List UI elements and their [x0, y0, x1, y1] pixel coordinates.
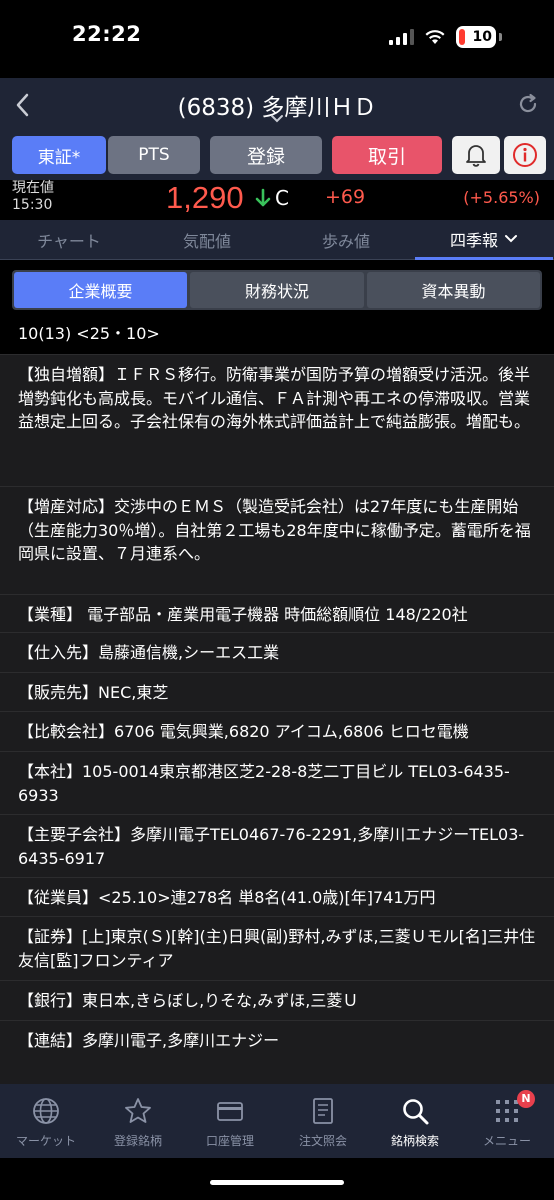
price-label-block: 現在値 15:30	[12, 180, 54, 214]
battery-icon: 10	[456, 26, 496, 48]
price-change: +69	[325, 186, 366, 208]
search-icon	[403, 1099, 429, 1125]
profile-section: 【主要子会社】多摩川電子TEL0467-76-2291,多摩川エナジーTEL03…	[0, 814, 554, 877]
profile-section: 【連結】多摩川電子,多摩川エナジー	[0, 1020, 554, 1084]
profile-section: 【証券】[上]東京(Ｓ)[幹](主)日興(副)野村,みずほ,三菱Ｕモル[名]三井…	[0, 916, 554, 980]
subtab-capital-changes[interactable]: 資本異動	[367, 272, 540, 308]
tabbar-search[interactable]: 銘柄検索	[369, 1090, 461, 1154]
tabbar-label: 銘柄検索	[390, 1134, 439, 1148]
price-time: 15:30	[12, 197, 53, 213]
tabbar-label: マーケット	[15, 1134, 76, 1148]
subtab-financials[interactable]: 財務状況	[190, 272, 364, 308]
chevron-down-icon[interactable]	[270, 114, 284, 124]
info-icon	[513, 143, 537, 167]
profile-section: 【販売先】NEC,東芝	[0, 672, 554, 711]
status-bar: 22:22 10	[0, 0, 554, 78]
trade-button[interactable]: 取引	[332, 136, 442, 174]
tabbar-label: 登録銘柄	[113, 1134, 162, 1148]
market-pts-button[interactable]: PTS	[108, 136, 200, 174]
document-icon	[313, 1098, 333, 1124]
profile-date: 10(13) <25・10>	[18, 324, 160, 343]
tabbar-label: 注文照会	[298, 1134, 347, 1148]
profile-section: 【独自増額】ＩＦＲＳ移行。防衛事業が国防予算の増額受け活況。後半増勢鈍化も高成長…	[0, 354, 554, 486]
tabbar-label: 口座管理	[205, 1134, 254, 1148]
tabbar-menu[interactable]: N メニュー	[461, 1090, 553, 1154]
market-tosho-button[interactable]: 東証*	[12, 136, 106, 174]
arrow-down-icon	[255, 188, 271, 207]
chevron-down-icon	[505, 234, 517, 242]
register-button[interactable]: 登録	[210, 136, 322, 174]
tabbar-watchlist[interactable]: 登録銘柄	[92, 1090, 184, 1154]
current-price-label: 現在値	[12, 180, 54, 196]
status-time: 22:22	[72, 22, 142, 46]
profile-section: 【銀行】東日本,きらぼし,りそな,みずほ,三菱Ｕ	[0, 980, 554, 1020]
tabbar-account[interactable]: 口座管理	[184, 1090, 276, 1154]
menu-badge: N	[517, 1090, 535, 1108]
tab-ticks[interactable]: 歩み値	[277, 220, 415, 260]
title-bar: (6838) 多摩川ＨＤ	[0, 78, 554, 134]
action-bar: 東証* PTS 登録 取引	[0, 134, 554, 180]
refresh-icon[interactable]	[516, 92, 540, 116]
profile-section: 【従業員】<25.10>連278名 単8名(41.0歳)[年]741万円	[0, 877, 554, 916]
signal-icon	[389, 29, 414, 45]
company-profile: 10(13) <25・10> 【独自増額】ＩＦＲＳ移行。防衛事業が国防予算の増額…	[0, 320, 554, 1084]
card-icon	[217, 1102, 243, 1121]
tabbar-market[interactable]: マーケット	[0, 1090, 92, 1154]
globe-icon	[33, 1098, 59, 1124]
tabbar-label: メニュー	[482, 1134, 531, 1148]
price-flag: C	[275, 186, 289, 210]
profile-section: 【仕入先】島藤通信機,シーエス工業	[0, 632, 554, 672]
wifi-icon	[425, 30, 445, 44]
home-indicator-area	[0, 1158, 554, 1200]
main-tabs: チャート 気配値 歩み値 四季報	[0, 220, 554, 260]
tabbar-orders[interactable]: 注文照会	[277, 1090, 369, 1154]
profile-section: 【増産対応】交渉中のＥＭＳ（製造受託会社）は27年度にも生産開始（生産能力30％…	[0, 486, 554, 594]
alert-button[interactable]	[452, 136, 500, 174]
tab-shikiho[interactable]: 四季報	[415, 220, 553, 260]
tab-chart[interactable]: チャート	[0, 220, 138, 260]
tab-shikiho-label: 四季報	[449, 230, 498, 250]
profile-section: 【本社】105-0014東京都港区芝2-28-8芝二丁目ビル TEL03-643…	[0, 751, 554, 814]
bell-icon	[466, 145, 486, 167]
price-row: 現在値 15:30 1,290 C +69 (+5.65%)	[0, 180, 554, 220]
battery-level: 10	[472, 29, 492, 45]
home-indicator[interactable]	[210, 1180, 344, 1185]
tab-quote[interactable]: 気配値	[138, 220, 276, 260]
segmented-control: 企業概要 財務状況 資本異動	[12, 270, 542, 310]
price-change-percent: (+5.65%)	[463, 188, 540, 207]
subtab-company-overview[interactable]: 企業概要	[14, 272, 187, 308]
profile-section: 【業種】 電子部品・産業用電子機器 時価総額順位 148/220社	[0, 594, 554, 632]
status-icons: 10	[389, 26, 502, 48]
bottom-tab-bar: マーケット 登録銘柄 口座管理 注文照会 銘柄検索 N メニュー	[0, 1084, 554, 1158]
profile-section: 【比較会社】6706 電気興業,6820 アイコム,6806 ヒロセ電機	[0, 711, 554, 751]
current-price: 1,290	[166, 180, 244, 215]
star-icon	[125, 1098, 151, 1123]
info-button[interactable]	[504, 136, 546, 174]
